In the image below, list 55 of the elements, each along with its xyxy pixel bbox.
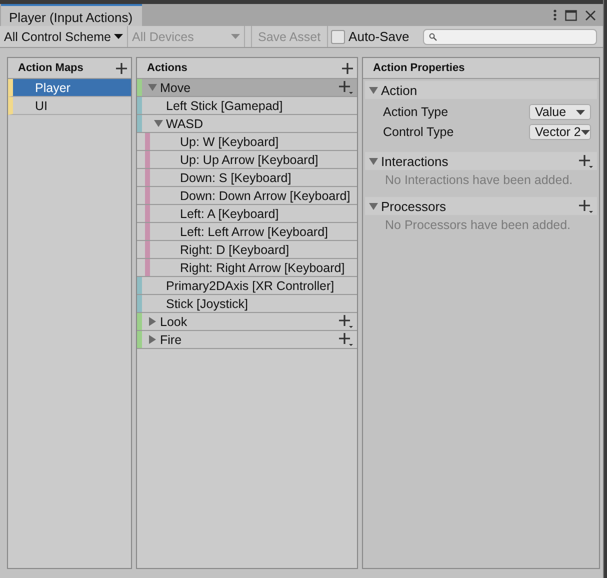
- action-tree-item[interactable]: Right: Right Arrow [Keyboard]: [137, 259, 357, 277]
- add-dropdown-icon[interactable]: [339, 333, 353, 346]
- action-tree-item[interactable]: WASD: [137, 115, 357, 133]
- type-dropdown[interactable]: Value: [529, 104, 591, 120]
- action-tree-item[interactable]: Down: Down Arrow [Keyboard]: [137, 187, 357, 205]
- section-header[interactable]: Processors: [365, 197, 597, 215]
- auto-save-label: Auto-Save: [348, 29, 410, 44]
- section-header[interactable]: Action: [365, 81, 597, 99]
- add-dropdown-icon[interactable]: [339, 81, 353, 94]
- section-header[interactable]: Interactions: [365, 152, 597, 170]
- add-dropdown-icon[interactable]: [339, 315, 353, 328]
- window-tab[interactable]: Player (Input Actions): [1, 4, 142, 26]
- field-label: Action Type: [383, 105, 448, 119]
- add-dropdown-icon[interactable]: [579, 200, 593, 212]
- add-dropdown-icon[interactable]: [579, 154, 593, 168]
- panel-title: Actions: [147, 62, 188, 74]
- expanded-arrow-icon[interactable]: [154, 119, 163, 128]
- expanded-arrow-icon[interactable]: [369, 202, 378, 210]
- expanded-arrow-icon[interactable]: [369, 86, 378, 94]
- action-tree-item[interactable]: Move: [137, 79, 357, 97]
- action-tree-item[interactable]: Left: Left Arrow [Keyboard]: [137, 223, 357, 241]
- more-icon[interactable]: [553, 9, 557, 21]
- action-tree-item[interactable]: Right: D [Keyboard]: [137, 241, 357, 259]
- empty-message: No Processors have been added.: [384, 218, 572, 232]
- action-tree-item[interactable]: Stick [Joystick]: [137, 295, 357, 313]
- maximize-icon[interactable]: [565, 10, 577, 20]
- action-map-item[interactable]: Player: [8, 79, 131, 97]
- dropdown-caret-icon: [580, 130, 590, 134]
- type-dropdown[interactable]: Vector 2: [529, 124, 591, 140]
- action-map-item[interactable]: UI: [8, 97, 131, 115]
- add-icon[interactable]: [116, 62, 127, 74]
- search-icon: [429, 32, 438, 40]
- collapsed-arrow-icon[interactable]: [148, 317, 157, 326]
- collapsed-arrow-icon[interactable]: [148, 335, 157, 344]
- dropdown-caret-icon: [114, 34, 123, 39]
- action-tree-item[interactable]: Up: Up Arrow [Keyboard]: [137, 151, 357, 169]
- action-tree-item[interactable]: Fire: [137, 331, 357, 349]
- control-scheme-dropdown[interactable]: All Control Scheme: [0, 26, 128, 47]
- close-icon[interactable]: [585, 10, 596, 20]
- empty-message: No Interactions have been added.: [384, 173, 574, 187]
- action-tree-item[interactable]: Down: S [Keyboard]: [137, 169, 357, 187]
- search-field[interactable]: [423, 28, 597, 44]
- add-icon[interactable]: [342, 62, 353, 74]
- panel-title: Action Properties: [373, 62, 465, 74]
- action-tree-item[interactable]: Primary2DAxis [XR Controller]: [137, 277, 357, 295]
- action-tree-item[interactable]: Left Stick [Gamepad]: [137, 97, 357, 115]
- auto-save-checkbox[interactable]: [330, 30, 345, 44]
- dropdown-caret-icon: [576, 110, 585, 114]
- field-label: Control Type: [383, 125, 454, 139]
- action-tree-item[interactable]: Look: [137, 313, 357, 331]
- action-tree-item[interactable]: Up: W [Keyboard]: [137, 133, 357, 151]
- expanded-arrow-icon[interactable]: [369, 156, 378, 166]
- action-tree-item[interactable]: Left: A [Keyboard]: [137, 205, 357, 223]
- panel-title: Action Maps: [18, 62, 84, 74]
- dropdown-caret-icon: [231, 34, 240, 39]
